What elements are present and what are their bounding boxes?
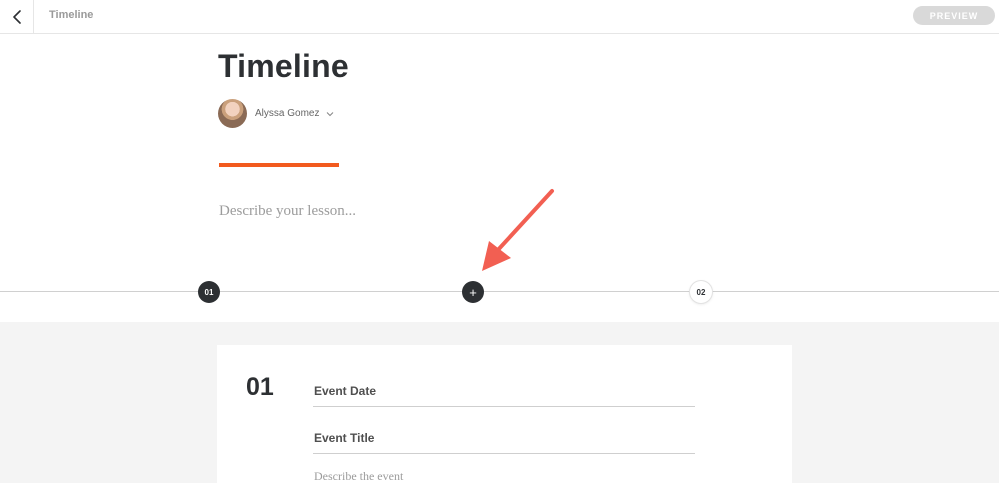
event-title-field[interactable] bbox=[313, 422, 695, 454]
timeline-track bbox=[0, 291, 999, 292]
chevron-down-icon bbox=[327, 111, 334, 116]
title-accent-bar bbox=[219, 163, 339, 167]
topbar-title: Timeline bbox=[49, 9, 94, 21]
avatar bbox=[218, 99, 247, 128]
event-number: 01 bbox=[246, 373, 274, 401]
top-bar: Timeline PREVIEW bbox=[0, 0, 999, 34]
event-description-field[interactable] bbox=[314, 469, 694, 483]
timeline-node-02[interactable]: 02 bbox=[690, 281, 712, 303]
event-card: 01 bbox=[217, 345, 792, 483]
add-event-button[interactable]: + bbox=[462, 281, 484, 303]
annotation-arrow-icon bbox=[482, 189, 554, 271]
event-date-field[interactable] bbox=[313, 375, 695, 407]
preview-button[interactable]: PREVIEW bbox=[913, 6, 995, 25]
author-name: Alyssa Gomez bbox=[255, 108, 320, 119]
timeline-node-01[interactable]: 01 bbox=[198, 281, 220, 303]
page-title: Timeline bbox=[218, 48, 349, 84]
chevron-left-icon bbox=[12, 9, 21, 24]
back-button[interactable] bbox=[0, 0, 34, 33]
author-selector[interactable]: Alyssa Gomez bbox=[218, 99, 334, 128]
